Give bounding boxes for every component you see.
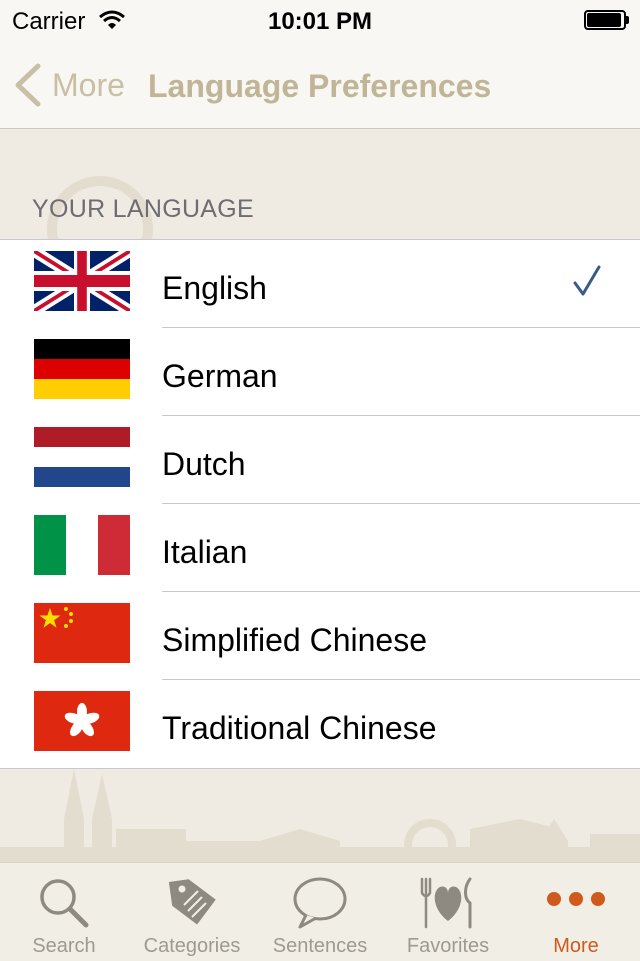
tab-categories[interactable]: Categories [128,863,256,961]
tab-label: Sentences [272,935,368,957]
tab-label: Categories [143,935,241,957]
language-label: Traditional Chinese [162,710,437,746]
tag-icon [168,879,216,925]
tab-favorites[interactable]: Favorites [384,863,512,961]
back-label: More [52,66,125,103]
magnifier-icon [40,879,89,928]
content-area: YOUR LANGUAGE English German Dutch Itali… [0,129,640,862]
tab-more[interactable]: More [512,863,640,961]
china-flag-icon [34,603,130,663]
netherlands-flag-icon [34,427,130,487]
language-row-simplified-chinese[interactable]: Simplified Chinese [0,592,640,680]
language-label: Italian [162,534,248,570]
language-list: English German Dutch Italian Simplified … [0,239,640,769]
language-row-english[interactable]: English [0,240,640,328]
speech-bubble-icon [293,877,347,929]
status-bar: Carrier 10:01 PM [0,0,640,40]
hong-kong-flag-icon [34,691,130,751]
navigation-bar: More Language Preferences [0,40,640,129]
uk-flag-icon [34,251,130,311]
chevron-left-icon [15,63,41,107]
more-dots-icon [547,892,605,906]
battery-icon [584,10,629,30]
language-label: Dutch [162,446,246,482]
language-row-traditional-chinese[interactable]: Traditional Chinese [0,680,640,768]
language-label: English [162,270,267,306]
italy-flag-icon [34,515,130,575]
germany-flag-icon [34,339,130,399]
language-label: German [162,358,278,394]
language-row-german[interactable]: German [0,328,640,416]
tab-bar: Search Categories Sentences Favorites Mo… [0,862,640,961]
fork-heart-knife-icon [420,877,472,929]
tab-label: Search [32,935,96,957]
tab-label: Favorites [406,935,490,957]
tab-sentences[interactable]: Sentences [256,863,384,961]
page-title: Language Preferences [148,68,492,104]
language-row-italian[interactable]: Italian [0,504,640,592]
back-button[interactable]: More [12,60,125,110]
tab-search[interactable]: Search [0,863,128,961]
clock: 10:01 PM [267,8,373,35]
checkmark-icon [573,265,601,296]
language-label: Simplified Chinese [162,622,428,658]
tab-label: More [553,935,599,957]
section-header: YOUR LANGUAGE [32,195,255,223]
language-row-dutch[interactable]: Dutch [0,416,640,504]
